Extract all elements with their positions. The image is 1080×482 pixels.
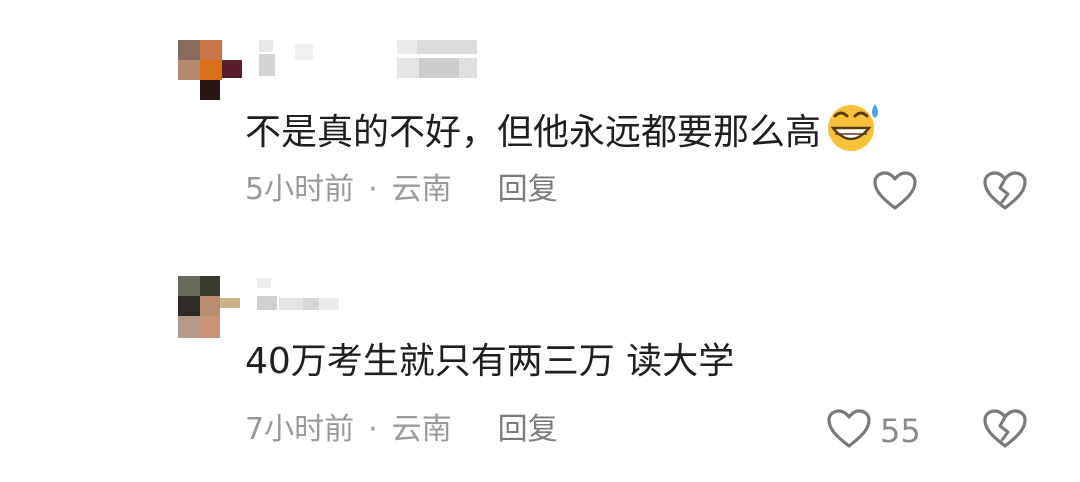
heart-outline-icon [872,170,918,216]
reply-button[interactable]: 回复 [498,172,558,207]
like-button[interactable] [872,170,918,216]
location: 云南 [391,412,452,447]
dislike-button[interactable] [982,408,1028,454]
location: 云南 [391,172,452,207]
heart-outline-icon [826,408,872,454]
broken-heart-outline-icon [982,171,1028,216]
username-redacted[interactable] [255,40,480,80]
timestamp: 5小时前 [245,172,355,207]
avatar[interactable] [178,40,244,106]
avatar[interactable] [178,276,244,342]
comment-text-content: 不是真的不好，但他永远都要那么高 [245,112,822,153]
dislike-button[interactable] [982,170,1028,216]
grinning-sweat-emoji-icon [823,102,883,163]
reply-button[interactable]: 回复 [498,412,558,447]
meta-separator: · [368,172,378,207]
comment-text: 40万考生就只有两三万 读大学 [245,341,735,382]
comment-text: 不是真的不好，但他永远都要那么高 [245,102,883,163]
comment-meta: 5小时前 · 云南 回复 [245,170,558,210]
meta-separator: · [368,412,378,447]
like-count: 55 [880,412,921,450]
broken-heart-outline-icon [982,409,1028,454]
comment-meta: 7小时前 · 云南 回复 [245,410,558,450]
timestamp: 7小时前 [245,412,355,447]
like-button[interactable]: 55 [826,408,921,454]
username-redacted[interactable] [255,278,355,318]
